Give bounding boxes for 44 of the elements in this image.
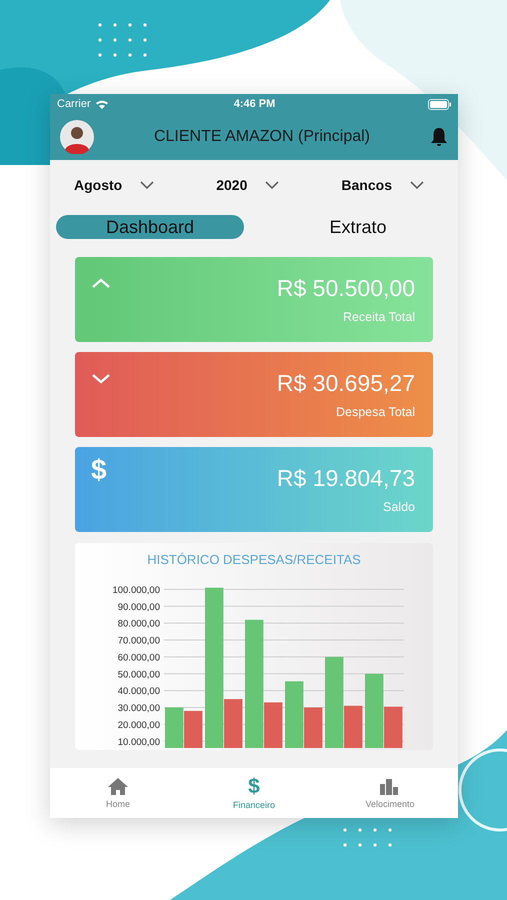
avatar: [60, 120, 94, 154]
house-icon: [107, 777, 129, 796]
chevron-down-icon: [91, 372, 111, 385]
axis-label: 40.000,00: [118, 686, 160, 698]
status-time: 4:46 PM: [234, 98, 276, 110]
tab[interactable]: Dashboard: [56, 215, 244, 239]
dot-pattern: [98, 23, 147, 57]
axis-label: 10.000,00: [118, 736, 160, 748]
amount: R$ 50.500,00: [276, 275, 415, 302]
chevron-down-icon: [265, 181, 280, 189]
axis-label: 30.000,00: [118, 703, 160, 714]
axis-label: 100.000,00: [112, 584, 160, 596]
tab[interactable]: Extrato: [264, 215, 452, 239]
dot-pattern: [343, 828, 392, 847]
filter-dropdown[interactable]: Agosto: [70, 173, 158, 197]
amount: R$ 30.695,27: [276, 370, 415, 397]
bar-chart-icon: [379, 777, 401, 796]
dollar-icon: $: [248, 776, 260, 797]
axis-label: 90.000,00: [118, 602, 160, 613]
amount-label: Receita Total: [342, 310, 415, 324]
axis-label: 70.000,00: [118, 636, 160, 646]
bar: [165, 708, 184, 748]
chevron-down-icon: [140, 181, 154, 189]
nav-tab[interactable]: Home: [50, 768, 186, 818]
axis-label: 50.000,00: [118, 669, 160, 680]
dollar-icon: $: [91, 456, 107, 484]
wifi-icon: [94, 99, 109, 109]
chevron-up-icon: [91, 277, 111, 290]
axis-label: 60.000,00: [118, 652, 160, 664]
carrier-name: Carrier: [57, 98, 91, 110]
chevron-down-icon: [410, 181, 424, 189]
battery-icon: [428, 98, 452, 110]
nav-tab[interactable]: Velocimento: [322, 768, 458, 818]
bar: [184, 710, 202, 748]
chart-title: HISTÓRICO DESPESAS/RECEITAS: [147, 552, 361, 568]
amount-label: Despesa Total: [336, 405, 415, 419]
axis-label: 80.000,00: [118, 618, 160, 630]
filter-dropdown[interactable]: Bancos: [337, 173, 428, 197]
amount-label: Saldo: [383, 500, 415, 514]
bell-icon: [430, 127, 448, 147]
amount: R$ 19.804,73: [276, 465, 415, 492]
axis-label: 20.000,00: [118, 720, 160, 731]
app-title: CLIENTE AMAZON (Principal): [152, 128, 372, 146]
filter-dropdown[interactable]: 2020: [212, 173, 284, 197]
